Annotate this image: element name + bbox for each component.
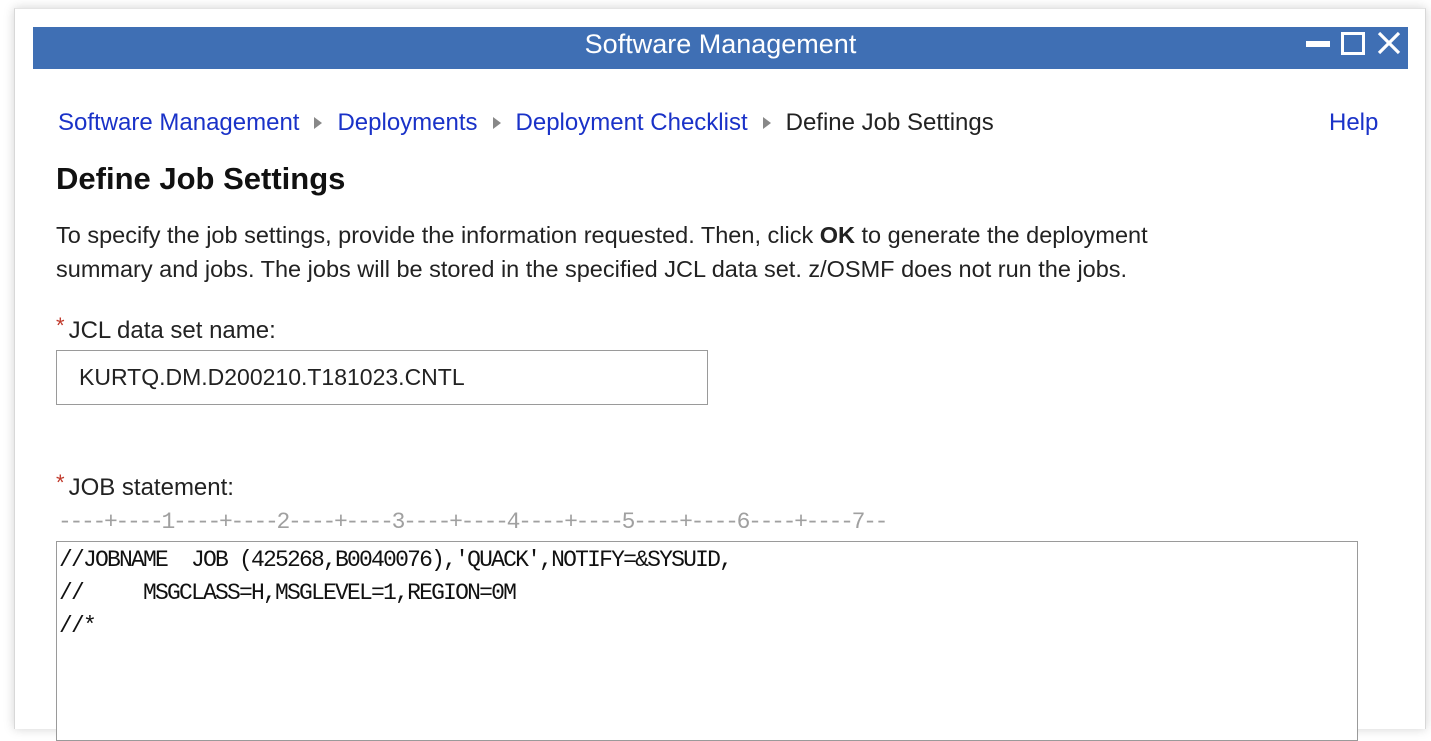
triangle-right-icon	[748, 117, 786, 129]
instructions-ok-emphasis: OK	[819, 222, 855, 248]
job-statement-textarea[interactable]	[56, 541, 1358, 741]
instructions-line-2: summary and jobs. The jobs will be store…	[56, 256, 1128, 282]
title-bar[interactable]: Software Management	[33, 27, 1408, 69]
triangle-right-icon	[299, 117, 337, 129]
instructions-part-1: To specify the job settings, provide the…	[56, 222, 820, 248]
page-title: Define Job Settings	[56, 161, 346, 196]
close-icon[interactable]	[1373, 29, 1405, 57]
jcl-data-set-input[interactable]	[56, 350, 708, 405]
window-title: Software Management	[584, 29, 857, 59]
job-statement-label-text: JOB statement:	[68, 474, 234, 501]
jcl-data-set-label: * JCL data set name:	[56, 313, 276, 346]
column-ruler: ----+----1----+----2----+----3----+----4…	[58, 509, 888, 535]
breadcrumb-deployment-checklist[interactable]: Deployment Checklist	[516, 109, 748, 137]
breadcrumb-current-page: Define Job Settings	[785, 109, 994, 136]
breadcrumb-deployments[interactable]: Deployments	[337, 109, 477, 137]
jcl-data-set-label-text: JCL data set name:	[68, 317, 276, 344]
breadcrumb-software-management[interactable]: Software Management	[58, 109, 299, 137]
maximize-icon[interactable]	[1338, 29, 1368, 57]
triangle-right-icon	[478, 117, 516, 129]
breadcrumb: Software Management Deployments Deployme…	[58, 108, 994, 138]
minimize-icon[interactable]	[1303, 29, 1333, 57]
help-link[interactable]: Help	[1329, 108, 1378, 138]
required-marker: *	[56, 470, 65, 495]
instructions-text: To specify the job settings, provide the…	[56, 218, 1356, 286]
instructions-part-2: to generate the deployment	[854, 222, 1148, 248]
job-statement-label: * JOB statement:	[56, 470, 234, 503]
required-marker: *	[56, 313, 65, 338]
